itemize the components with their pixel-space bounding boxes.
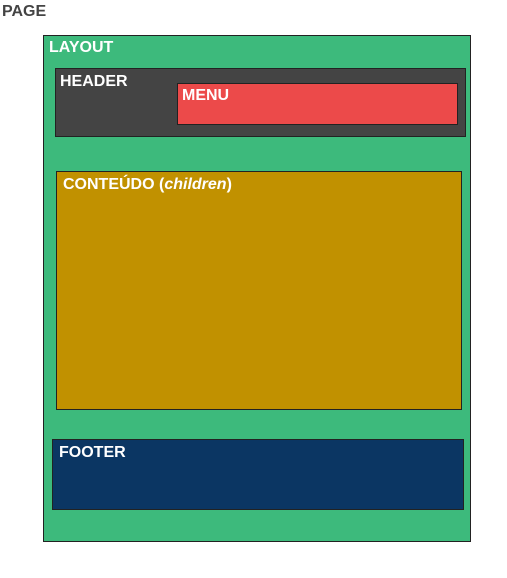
footer-box: FOOTER — [52, 439, 464, 510]
layout-label: LAYOUT — [49, 39, 114, 56]
page-label: PAGE — [2, 3, 47, 20]
page-container: PAGE LAYOUT HEADER MENU CONTEÚDO (childr… — [0, 0, 507, 578]
menu-box: MENU — [177, 83, 458, 125]
menu-label: MENU — [182, 87, 230, 104]
content-label-suffix: ) — [226, 176, 232, 193]
content-label: CONTEÚDO (children) — [63, 176, 232, 194]
header-label: HEADER — [60, 73, 128, 90]
content-box: CONTEÚDO (children) — [56, 171, 462, 410]
footer-label: FOOTER — [59, 444, 126, 461]
layout-box: LAYOUT HEADER MENU CONTEÚDO (children) F… — [43, 35, 471, 542]
content-label-prefix: CONTEÚDO ( — [63, 176, 165, 193]
header-box: HEADER MENU — [55, 68, 466, 137]
content-label-children: children — [164, 176, 227, 193]
